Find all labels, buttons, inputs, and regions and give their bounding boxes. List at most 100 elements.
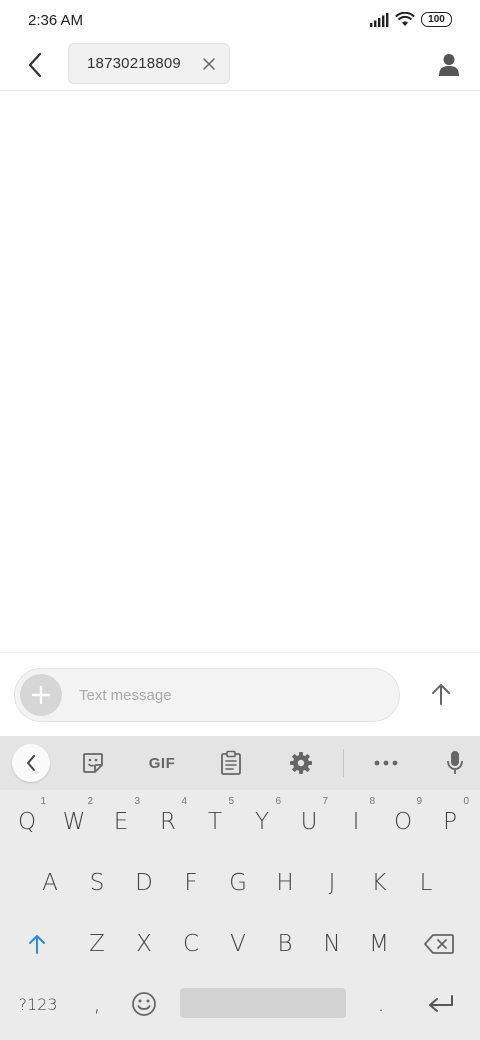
key-y[interactable]: 6Y <box>239 792 285 852</box>
key-hint: 0 <box>463 796 469 807</box>
wifi-icon <box>395 12 415 26</box>
key-hint: 7 <box>322 796 328 807</box>
key-hint: 4 <box>181 796 187 807</box>
message-input[interactable] <box>79 683 379 707</box>
emoji-icon <box>132 992 156 1016</box>
key-hint: 8 <box>369 796 375 807</box>
key-label: R <box>160 809 176 835</box>
clipboard-button[interactable] <box>212 744 250 782</box>
key-j[interactable]: J <box>309 853 355 913</box>
status-bar: 2:36 AM 100 <box>0 0 480 42</box>
back-button[interactable] <box>18 48 52 82</box>
recipient-chip[interactable]: 18730218809 <box>68 43 230 84</box>
remove-recipient-button[interactable] <box>201 56 217 72</box>
key-x[interactable]: X <box>121 914 167 974</box>
settings-button[interactable] <box>282 744 320 782</box>
key-o[interactable]: 9O <box>380 792 426 852</box>
voice-input-button[interactable] <box>436 744 474 782</box>
battery-icon: 100 <box>421 12 452 27</box>
key-row-4: ?123 , . <box>0 974 480 1034</box>
keyboard: G I F 1 Q 2 W 3 E 4 R 5 T 6 Y 7 U 8 I 9 O … <box>0 736 480 1040</box>
key-h[interactable]: H <box>262 853 308 913</box>
chevron-left-icon <box>28 52 42 78</box>
sticker-button[interactable] <box>74 744 112 782</box>
key-label: P <box>443 809 457 835</box>
key-row-3: Z X C V B N M <box>0 914 480 974</box>
keyboard-collapse-button[interactable] <box>12 744 50 782</box>
signal-icon <box>370 12 389 27</box>
clipboard-icon <box>221 750 241 775</box>
key-m[interactable]: M <box>356 914 402 974</box>
key-label: W <box>62 809 86 835</box>
key-l[interactable]: L <box>403 853 449 913</box>
key-hint: 6 <box>275 796 281 807</box>
arrow-up-icon <box>432 684 450 705</box>
key-n[interactable]: N <box>309 914 355 974</box>
key-p[interactable]: 0P <box>427 792 473 852</box>
period-key[interactable]: . <box>358 974 404 1034</box>
space-key[interactable] <box>180 988 346 1018</box>
key-e[interactable]: 3E <box>98 792 144 852</box>
key-hint: 5 <box>228 796 234 807</box>
sticker-icon <box>83 753 103 773</box>
shift-key[interactable] <box>14 914 60 974</box>
keyboard-toolbar: GIF <box>0 736 480 790</box>
compose-field[interactable] <box>14 668 400 722</box>
key-label: Y <box>254 809 270 835</box>
key-r[interactable]: 4R <box>145 792 191 852</box>
key-hint: 1 <box>40 796 46 807</box>
toolbar-divider <box>343 749 344 777</box>
shift-arrow-icon <box>29 935 45 954</box>
key-c[interactable]: C <box>168 914 214 974</box>
symbols-key[interactable]: ?123 <box>12 974 64 1034</box>
contact-button[interactable] <box>432 48 466 82</box>
enter-icon <box>429 995 453 1012</box>
key-row-2: A S D F G H J K L <box>0 853 480 913</box>
gif-button[interactable]: GIF <box>140 744 184 782</box>
key-b[interactable]: B <box>262 914 308 974</box>
key-i[interactable]: 8I <box>333 792 379 852</box>
key-v[interactable]: V <box>215 914 261 974</box>
key-hint: 9 <box>416 796 422 807</box>
key-label: O <box>393 809 413 835</box>
key-k[interactable]: K <box>356 853 402 913</box>
key-label: U <box>300 809 318 835</box>
key-s[interactable]: S <box>74 853 120 913</box>
chevron-left-icon <box>27 755 35 771</box>
backspace-icon <box>424 934 454 954</box>
key-label: E <box>113 809 129 835</box>
key-hint: 2 <box>87 796 93 807</box>
key-label: I <box>352 809 360 835</box>
status-icons: 100 <box>369 12 452 27</box>
key-d[interactable]: D <box>121 853 167 913</box>
close-icon <box>203 58 215 70</box>
backspace-key[interactable] <box>416 914 462 974</box>
plus-icon <box>31 685 51 705</box>
conversation-header: 18730218809 <box>0 42 480 91</box>
gif-label: GIF <box>148 754 176 772</box>
battery-level: 100 <box>428 14 445 25</box>
key-label: Q <box>17 809 37 835</box>
compose-bar <box>0 652 480 736</box>
message-list[interactable] <box>0 92 480 652</box>
key-label: T <box>207 809 223 835</box>
key-w[interactable]: 2W <box>51 792 97 852</box>
more-icon <box>374 760 398 766</box>
key-g[interactable]: G <box>215 853 261 913</box>
gear-icon <box>290 752 312 774</box>
key-a[interactable]: A <box>27 853 73 913</box>
key-t[interactable]: 5T <box>192 792 238 852</box>
key-q[interactable]: 1Q <box>4 792 50 852</box>
recipient-number: 18730218809 <box>87 55 181 72</box>
more-button[interactable] <box>367 744 405 782</box>
comma-key[interactable]: , <box>74 974 120 1034</box>
microphone-icon <box>447 751 463 774</box>
key-f[interactable]: F <box>168 853 214 913</box>
key-row-1: 1Q 2W 3E 4R 5T 6Y 7U 8I 9O 0P <box>0 792 480 852</box>
key-u[interactable]: 7U <box>286 792 332 852</box>
send-button[interactable] <box>424 677 458 711</box>
enter-key[interactable] <box>418 974 464 1034</box>
emoji-key[interactable] <box>121 974 167 1034</box>
key-z[interactable]: Z <box>74 914 120 974</box>
attach-button[interactable] <box>20 674 62 716</box>
